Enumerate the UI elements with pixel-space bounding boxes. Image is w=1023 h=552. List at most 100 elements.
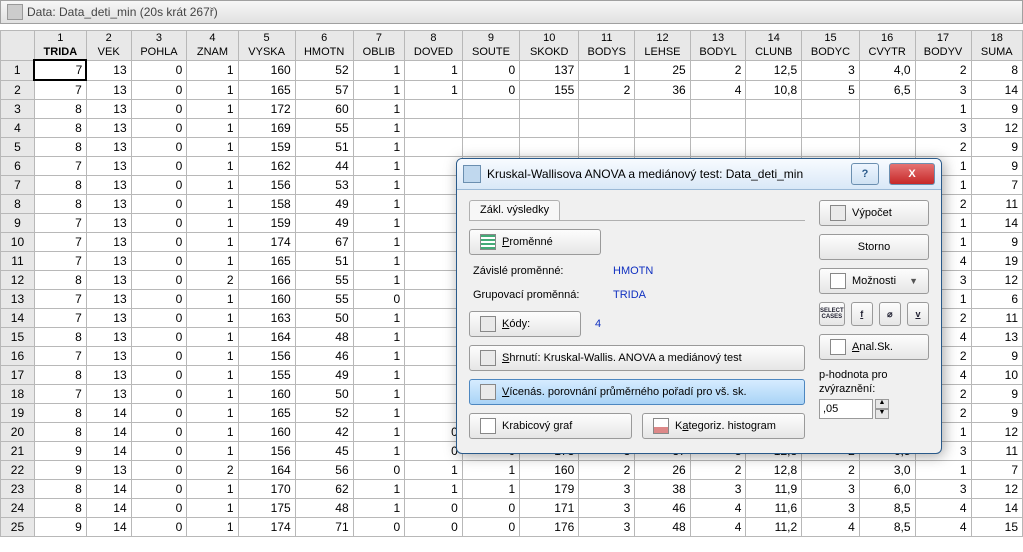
cell[interactable]: 1	[187, 518, 238, 537]
cell[interactable]: 0	[131, 290, 187, 309]
cell[interactable]: 8	[34, 366, 86, 385]
cell[interactable]: 0	[131, 271, 187, 290]
cell[interactable]: 11	[971, 195, 1023, 214]
cell[interactable]: 1	[405, 80, 463, 100]
cell[interactable]: 7	[34, 290, 86, 309]
cell[interactable]: 0	[405, 499, 463, 518]
cell[interactable]: 57	[295, 80, 353, 100]
cell[interactable]: 9	[971, 404, 1023, 423]
cell[interactable]: 62	[295, 480, 353, 499]
cell[interactable]: 1	[187, 404, 238, 423]
cell[interactable]: 0	[131, 214, 187, 233]
cell[interactable]: 4,0	[859, 60, 915, 80]
cell[interactable]: 1	[187, 442, 238, 461]
cell[interactable]: 170	[238, 480, 295, 499]
cell[interactable]: 1	[187, 366, 238, 385]
cell[interactable]: 8,5	[859, 518, 915, 537]
cell[interactable]: 3	[690, 480, 746, 499]
cell[interactable]: 0	[131, 60, 187, 80]
cell[interactable]: 11,6	[746, 499, 802, 518]
cell[interactable]: 46	[295, 347, 353, 366]
cell[interactable]	[520, 119, 579, 138]
cell[interactable]: 1	[187, 195, 238, 214]
cell[interactable]: 0	[131, 499, 187, 518]
cell[interactable]: 163	[238, 309, 295, 328]
cell[interactable]: 1	[353, 233, 405, 252]
cell[interactable]: 8	[34, 138, 86, 157]
row-header[interactable]: 17	[1, 366, 35, 385]
cell[interactable]: 164	[238, 461, 295, 480]
cell[interactable]: 3	[579, 518, 635, 537]
cell[interactable]: 1	[915, 100, 971, 119]
cell[interactable]: 165	[238, 80, 295, 100]
cell[interactable]: 26	[635, 461, 690, 480]
boxplot-button[interactable]: Krabicový graf	[469, 413, 632, 439]
cell[interactable]: 1	[187, 233, 238, 252]
cell[interactable]: 4	[802, 518, 860, 537]
cell[interactable]: 14	[971, 499, 1023, 518]
cell[interactable]: 160	[238, 423, 295, 442]
col-header-bodys[interactable]: 11BODYS	[579, 31, 635, 61]
col-header-oblib[interactable]: 7OBLIB	[353, 31, 405, 61]
cell[interactable]: 2	[802, 461, 860, 480]
cell[interactable]: 13	[86, 100, 131, 119]
cell[interactable]: 1	[915, 461, 971, 480]
cancel-button[interactable]: Storno	[819, 234, 929, 260]
cell[interactable]: 171	[520, 499, 579, 518]
cell[interactable]	[405, 119, 463, 138]
cell[interactable]	[690, 100, 746, 119]
cell[interactable]: 160	[520, 461, 579, 480]
cell[interactable]: 50	[295, 309, 353, 328]
row-header[interactable]: 19	[1, 404, 35, 423]
multiple-compare-button[interactable]: Vícenás. porovnání průměrného pořadí pro…	[469, 379, 805, 405]
histogram-button[interactable]: Kategoriz. histogram	[642, 413, 805, 439]
row-header[interactable]: 25	[1, 518, 35, 537]
cell[interactable]: 0	[131, 80, 187, 100]
col-header-vek[interactable]: 2VEK	[86, 31, 131, 61]
cell[interactable]: 1	[187, 80, 238, 100]
cell[interactable]: 3	[802, 60, 860, 80]
cell[interactable]: 7	[971, 176, 1023, 195]
col-header-trida[interactable]: 1TRIDA	[34, 31, 86, 61]
col-header-cvytr[interactable]: 16CVYTR	[859, 31, 915, 61]
cell[interactable]: 48	[635, 518, 690, 537]
cell[interactable]	[690, 138, 746, 157]
cell[interactable]	[405, 176, 463, 195]
cell[interactable]: 0	[131, 100, 187, 119]
cell[interactable]: 0	[131, 423, 187, 442]
cell[interactable]: 164	[238, 328, 295, 347]
cell[interactable]: 13	[86, 309, 131, 328]
cell[interactable]	[462, 100, 519, 119]
cell[interactable]: 176	[520, 518, 579, 537]
cell[interactable]: 7	[34, 80, 86, 100]
row-header[interactable]: 2	[1, 80, 35, 100]
cell[interactable]: 0	[131, 385, 187, 404]
cell[interactable]: 14	[971, 80, 1023, 100]
cell[interactable]: 45	[295, 442, 353, 461]
cell[interactable]: 42	[295, 423, 353, 442]
cell[interactable]	[462, 119, 519, 138]
cell[interactable]: 1	[187, 60, 238, 80]
cell[interactable]: 8	[34, 195, 86, 214]
cell[interactable]: 56	[295, 461, 353, 480]
cell[interactable]: 1	[353, 404, 405, 423]
cell[interactable]: 1	[353, 271, 405, 290]
cell[interactable]: 52	[295, 404, 353, 423]
cell[interactable]	[746, 100, 802, 119]
cell[interactable]: 1	[462, 480, 519, 499]
cell[interactable]: 8	[34, 119, 86, 138]
cell[interactable]: 9	[34, 461, 86, 480]
cell[interactable]: 0	[405, 423, 463, 442]
cell[interactable]: 8	[34, 100, 86, 119]
row-header[interactable]: 22	[1, 461, 35, 480]
cell[interactable]: 156	[238, 347, 295, 366]
cell[interactable]: 4	[690, 518, 746, 537]
cell[interactable]: 7	[34, 252, 86, 271]
variables-button[interactable]: Proměnné	[469, 229, 601, 255]
cell[interactable]: 7	[34, 60, 86, 80]
cell[interactable]: 8	[34, 423, 86, 442]
cell[interactable]	[802, 138, 860, 157]
col-header-hmotn[interactable]: 6HMOTN	[295, 31, 353, 61]
cell[interactable]: 10	[971, 366, 1023, 385]
cell[interactable]: 8	[34, 404, 86, 423]
